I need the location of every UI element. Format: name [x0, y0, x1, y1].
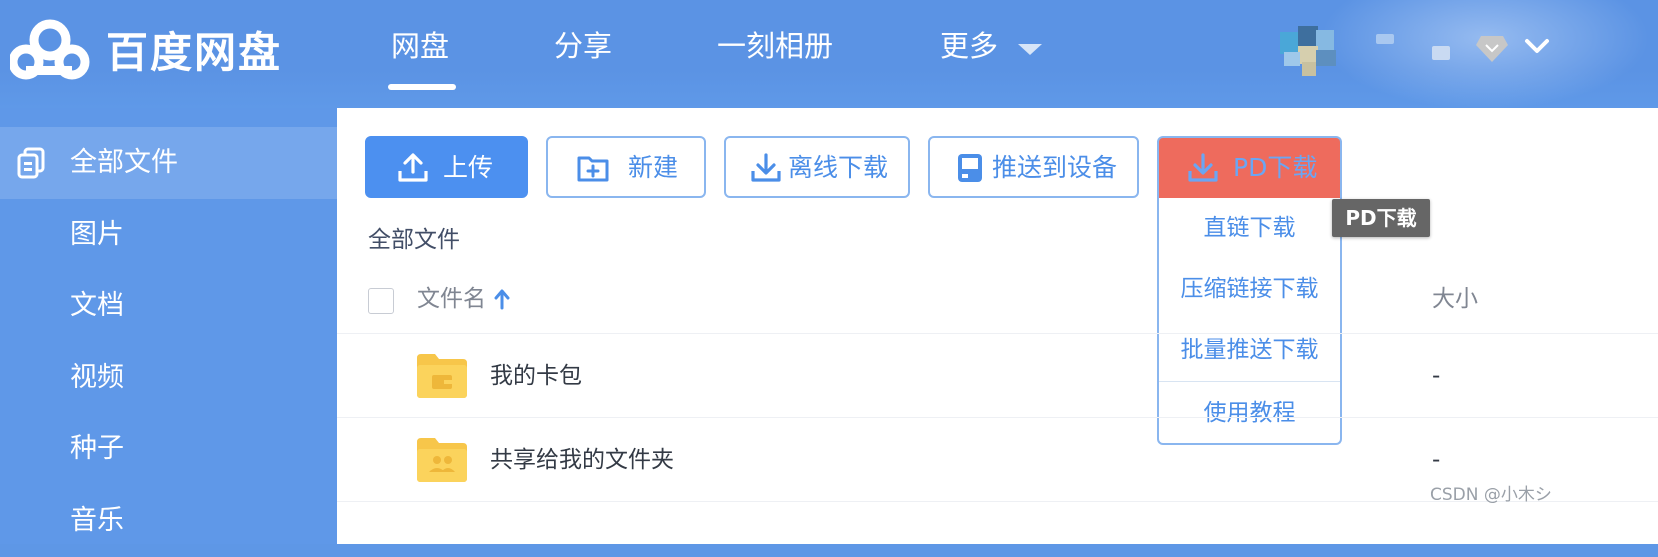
upload-label: 上传	[443, 153, 494, 182]
menu-item-direct-link[interactable]: 直链下载	[1159, 198, 1340, 258]
shared-folder-icon	[417, 438, 467, 482]
top-bar: 百度网盘 网盘 分享 一刻相册 更多	[0, 0, 1658, 110]
column-header-size[interactable]: 大小	[1432, 283, 1478, 315]
sidebar-item-label: 音乐	[70, 505, 124, 536]
offline-download-button[interactable]: 离线下载	[724, 136, 910, 198]
select-all-checkbox[interactable]	[368, 288, 394, 314]
download-icon	[1188, 153, 1218, 182]
sidebar-item-images[interactable]: 图片	[0, 199, 337, 271]
download-icon	[751, 153, 781, 182]
file-size: -	[1432, 363, 1441, 389]
file-name: 我的卡包	[490, 363, 582, 389]
logo[interactable]: 百度网盘	[10, 18, 290, 82]
pd-download-tooltip: PD下载	[1332, 199, 1430, 237]
column-header-name[interactable]: 文件名	[417, 283, 486, 315]
watermark: CSDN @小木シ	[1430, 485, 1552, 505]
avatar[interactable]	[1280, 22, 1342, 78]
offline-download-label: 离线下载	[788, 153, 889, 182]
device-icon	[958, 154, 982, 182]
nav-more[interactable]: 更多	[940, 26, 998, 66]
files-icon	[17, 147, 45, 179]
status-blur	[1432, 46, 1450, 60]
table-row	[337, 501, 1658, 545]
menu-item-zip-link[interactable]: 压缩链接下载	[1159, 259, 1340, 319]
nav-album[interactable]: 一刻相册	[717, 26, 833, 66]
upload-button[interactable]: 上传	[365, 136, 528, 198]
main-panel: 上传 新建 离线下载 推送到设备 PD下载 直链下载 压缩链接下载 批量推送下载…	[337, 108, 1658, 544]
baidu-netdisk-logo-icon	[10, 19, 90, 80]
sidebar-item-all-files[interactable]: 全部文件	[0, 127, 337, 199]
new-folder-button[interactable]: 新建	[546, 136, 706, 198]
pd-download-label: PD下载	[1233, 153, 1318, 182]
sidebar-item-label: 种子	[70, 433, 124, 464]
push-to-device-label: 推送到设备	[992, 153, 1118, 182]
sidebar-item-documents[interactable]: 文档	[0, 270, 337, 342]
file-name: 共享给我的文件夹	[490, 447, 674, 473]
sidebar-item-label: 全部文件	[70, 147, 178, 178]
nav-netdisk[interactable]: 网盘	[391, 26, 449, 66]
pd-download-button[interactable]: PD下载	[1157, 136, 1342, 198]
sidebar-item-label: 文档	[70, 290, 124, 321]
chevron-down-icon[interactable]	[1524, 36, 1550, 56]
nav-active-indicator	[388, 84, 456, 90]
wallet-folder-icon	[417, 354, 467, 398]
nav-share[interactable]: 分享	[554, 26, 612, 66]
sidebar-item-label: 图片	[70, 219, 124, 250]
vip-diamond-icon[interactable]	[1475, 34, 1509, 64]
sort-ascending-icon[interactable]	[494, 288, 510, 310]
sidebar-item-label: 视频	[70, 362, 124, 393]
breadcrumb: 全部文件	[368, 227, 460, 253]
file-size: -	[1432, 447, 1441, 473]
sidebar-item-videos[interactable]: 视频	[0, 342, 337, 414]
username-blur	[1376, 34, 1394, 44]
table-row[interactable]: 我的卡包 -	[337, 333, 1658, 418]
sidebar-item-torrents[interactable]: 种子	[0, 413, 337, 485]
new-label: 新建	[628, 153, 679, 182]
sidebar: 全部文件 图片 文档 视频 种子 音乐	[0, 108, 337, 544]
sidebar-item-music[interactable]: 音乐	[0, 485, 337, 557]
logo-text: 百度网盘	[106, 28, 283, 77]
upload-icon	[398, 153, 428, 182]
caret-down-icon[interactable]	[1018, 44, 1042, 55]
push-to-device-button[interactable]: 推送到设备	[928, 136, 1139, 198]
new-folder-icon	[577, 156, 609, 182]
